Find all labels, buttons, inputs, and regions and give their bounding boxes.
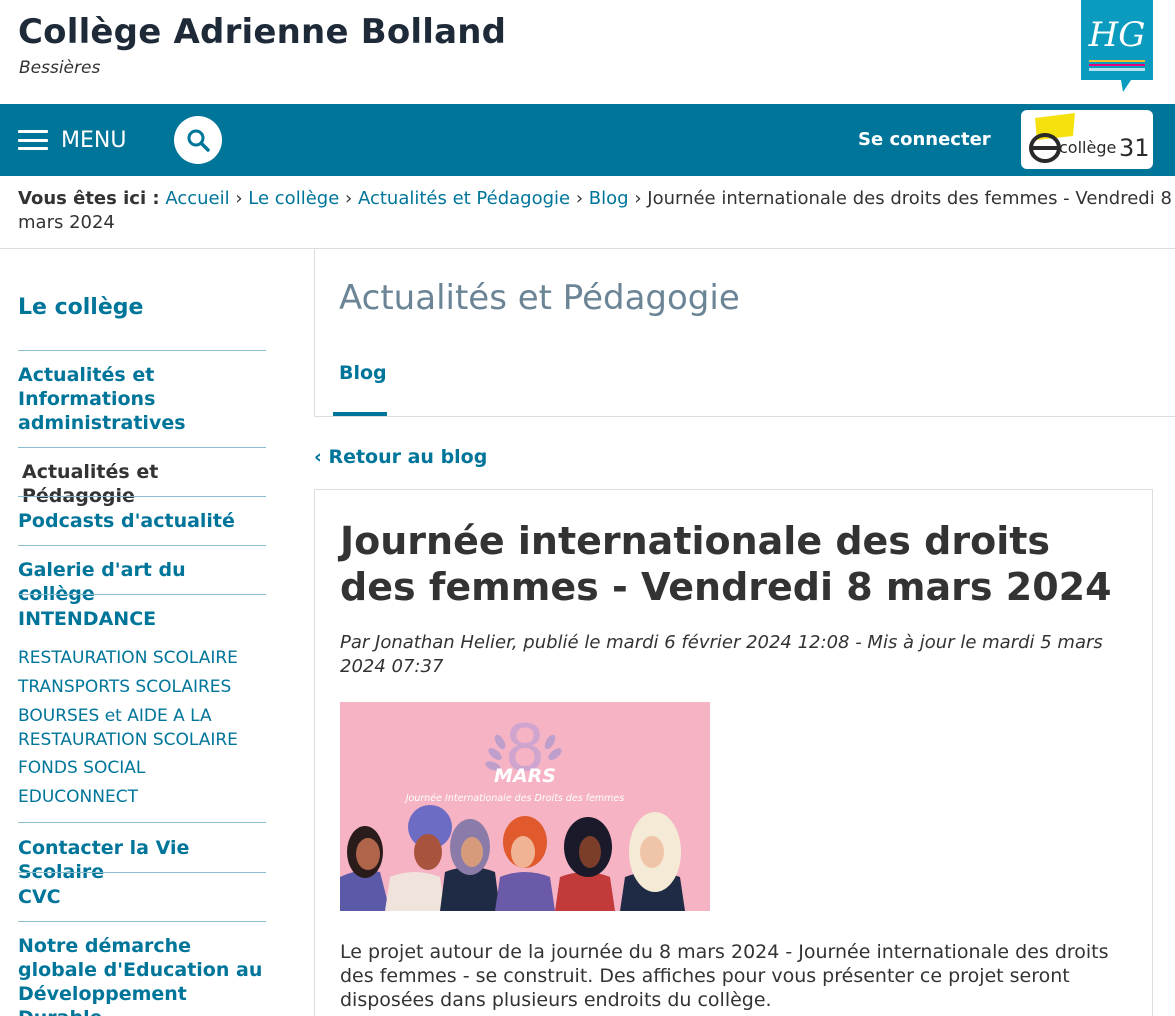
divider xyxy=(18,496,266,497)
site-subtitle: Bessières xyxy=(19,58,101,78)
ecollege-logo[interactable]: collège 31 xyxy=(1021,110,1153,169)
sidebar-item-vie-scolaire[interactable]: Contacter la Vie Scolaire xyxy=(18,836,266,884)
section-title: Actualités et Pédagogie xyxy=(339,278,740,318)
divider xyxy=(18,872,266,873)
sidebar-subitem-restauration[interactable]: RESTAURATION SCOLAIRE xyxy=(18,646,266,670)
image-mars: MARS xyxy=(494,765,556,787)
article-image[interactable]: 8 MARS Journée Internationale des Droits… xyxy=(340,702,710,911)
breadcrumb-blog[interactable]: Blog xyxy=(589,188,629,209)
search-button[interactable] xyxy=(174,116,222,164)
sidebar-subitem-educonnect[interactable]: EDUCONNECT xyxy=(18,785,266,809)
divider xyxy=(18,822,266,823)
sidebar-item-galerie[interactable]: Galerie d'art du collège xyxy=(18,558,266,606)
sidebar-item-actualites-admin[interactable]: Actualités et Informations administrativ… xyxy=(18,363,266,435)
sidebar-item-podcasts[interactable]: Podcasts d'actualité xyxy=(18,509,266,533)
breadcrumb-home[interactable]: Accueil xyxy=(165,188,229,209)
sidebar-item-actualites-pedagogie[interactable]: Actualités et Pédagogie xyxy=(22,460,270,508)
back-to-blog-link[interactable]: ‹ Retour au blog xyxy=(314,446,487,468)
haute-garonne-logo[interactable]: HG xyxy=(1081,0,1153,92)
article-title: Journée internationale des droits des fe… xyxy=(340,519,1112,609)
sidebar-item-intendance[interactable]: INTENDANCE xyxy=(18,607,266,631)
article-card: Journée internationale des droits des fe… xyxy=(314,489,1153,1016)
divider xyxy=(18,921,266,922)
breadcrumb-college[interactable]: Le collège xyxy=(248,188,339,209)
divider xyxy=(18,594,266,595)
article-meta: Par Jonathan Helier, publié le mardi 6 f… xyxy=(340,632,1103,677)
search-icon xyxy=(187,129,210,152)
menu-button[interactable]: MENU xyxy=(18,122,126,158)
menu-label: MENU xyxy=(61,127,127,153)
divider xyxy=(0,248,1175,249)
divider xyxy=(18,350,266,351)
svg-text:HG: HG xyxy=(1088,15,1146,55)
divider xyxy=(18,545,266,546)
breadcrumb: Vous êtes ici : Accueil › Le collège › A… xyxy=(18,188,1172,233)
sidebar-subitem-fonds-social[interactable]: FONDS SOCIAL xyxy=(18,756,266,780)
divider xyxy=(314,249,315,417)
image-caption: Journée Internationale des Droits des fe… xyxy=(404,793,625,804)
breadcrumb-actualites[interactable]: Actualités et Pédagogie xyxy=(358,188,570,209)
main-nav: MENU Se connecter xyxy=(0,104,1175,176)
sidebar-item-demarche[interactable]: Notre démarche globale d'Education au Dé… xyxy=(18,934,266,1016)
article-body: Le projet autour de la journée du 8 mars… xyxy=(340,941,1109,1011)
site-header: Collège Adrienne Bolland Bessières HG xyxy=(0,0,1175,104)
sidebar-heading[interactable]: Le collège xyxy=(18,295,143,320)
sidebar-item-cvc[interactable]: CVC xyxy=(18,885,266,909)
sidebar-subitem-transports[interactable]: TRANSPORTS SCOLAIRES xyxy=(18,675,266,699)
site-title[interactable]: Collège Adrienne Bolland xyxy=(18,12,506,52)
breadcrumb-prefix: Vous êtes ici : xyxy=(18,188,160,209)
sidebar-subitem-bourses[interactable]: BOURSES et AIDE A LA RESTAURATION SCOLAI… xyxy=(18,704,266,752)
login-link[interactable]: Se connecter xyxy=(858,129,991,150)
divider xyxy=(314,416,1175,417)
ecollege-number: 31 xyxy=(1119,134,1150,162)
tab-blog[interactable]: Blog xyxy=(339,362,387,384)
hamburger-icon xyxy=(18,130,48,150)
ecollege-text: collège xyxy=(1059,138,1116,157)
divider xyxy=(18,447,266,448)
